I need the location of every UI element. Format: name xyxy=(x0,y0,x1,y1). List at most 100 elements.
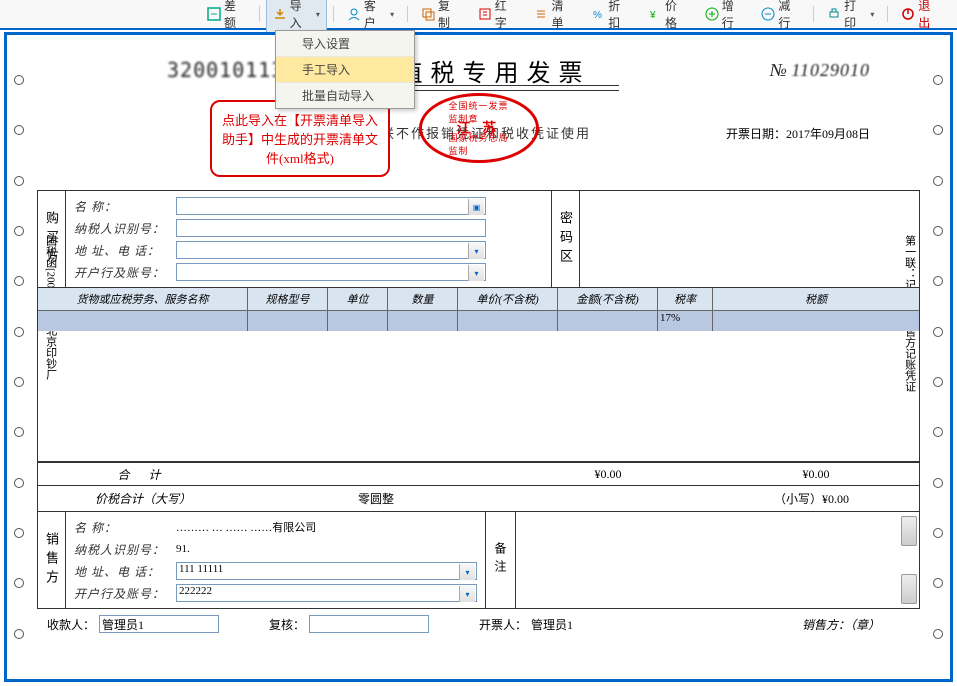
crypto-area xyxy=(579,191,919,287)
chevron-down-icon: ▾ xyxy=(316,10,320,19)
exit-button[interactable]: 退出 xyxy=(894,0,947,34)
callout-tooltip: 点此导入在【开票清单导入助手】中生成的开票清单文件(xml格式) xyxy=(210,100,390,177)
footer-row: 收款人： 复核： 开票人：管理员1 销售方：（章） xyxy=(37,615,920,633)
crypto-label: 密码区 xyxy=(551,191,579,287)
buyer-name-label: 名 称： xyxy=(74,198,170,215)
import-icon xyxy=(273,7,287,21)
words-row: 价税合计（大写） 零圆整 （小写）¥0.00 xyxy=(37,486,920,512)
scroll-down[interactable] xyxy=(901,574,917,604)
official-stamp: 江 苏 全国统一发票监制章 国家税务总局监制 xyxy=(419,93,539,163)
import-settings-item[interactable]: 导入设置 xyxy=(276,31,414,57)
items-empty-area[interactable] xyxy=(38,331,919,461)
note-area[interactable] xyxy=(515,512,919,608)
dropdown-icon[interactable]: ▾ xyxy=(459,586,475,602)
addrow-button[interactable]: 增行 xyxy=(698,0,751,34)
red-button[interactable]: 红字 xyxy=(471,0,524,34)
list-button[interactable]: 清单 xyxy=(527,0,580,34)
seller-bank-input[interactable]: 222222▾ xyxy=(176,584,477,602)
note-label: 备注 xyxy=(485,512,515,608)
discount-button[interactable]: %折扣 xyxy=(584,0,637,34)
toolbar: 差额 导入▾ 客户▾ 复制 红字 清单 %折扣 ¥价格 增行 减行 打印▾ 退出 xyxy=(0,0,957,30)
small-total: （小写）¥0.00 xyxy=(774,490,849,507)
dropdown-icon[interactable]: ▣ xyxy=(468,199,484,215)
buyer-tax-label: 纳税人识别号： xyxy=(74,220,170,237)
svg-text:%: % xyxy=(593,10,602,21)
seller-addr-input[interactable]: 111 11111▾ xyxy=(176,562,477,580)
totals-tax: ¥0.00 xyxy=(713,467,919,482)
scroll-up[interactable] xyxy=(901,516,917,546)
batch-auto-import-item[interactable]: 批量自动导入 xyxy=(276,83,414,108)
col-spec: 规格型号 xyxy=(248,288,328,310)
payee-input[interactable] xyxy=(99,615,219,633)
reviewer-input[interactable] xyxy=(309,615,429,633)
customer-icon xyxy=(347,7,361,21)
price-button[interactable]: ¥价格 xyxy=(641,0,694,34)
drawer-value: 管理员1 xyxy=(531,616,573,633)
payee-label: 收款人： xyxy=(47,616,95,633)
diff-icon xyxy=(207,7,221,21)
perforation-right xyxy=(926,35,950,679)
chevron-down-icon: ▾ xyxy=(390,10,394,19)
delrow-button[interactable]: 减行 xyxy=(754,0,807,34)
power-icon xyxy=(901,7,915,21)
words-label: 价税合计（大写） xyxy=(38,490,248,507)
words-value: 零圆整 xyxy=(358,490,394,507)
seller-tax-label: 纳税人识别号： xyxy=(74,541,170,558)
print-icon xyxy=(827,7,841,21)
buyer-bank-label: 开户行及账号： xyxy=(74,264,170,281)
dropdown-icon[interactable]: ▾ xyxy=(468,265,484,281)
copy-icon xyxy=(421,7,435,21)
totals-row: 合 计 ¥0.00 ¥0.00 xyxy=(37,462,920,486)
customer-button[interactable]: 客户▾ xyxy=(340,0,401,34)
list-icon xyxy=(534,7,548,21)
dropdown-icon[interactable]: ▾ xyxy=(468,243,484,259)
seller-tax-value: 91. xyxy=(176,543,190,555)
seller-stamp-label: 销售方：（章） xyxy=(802,616,880,633)
minus-icon xyxy=(761,7,775,21)
title-row: 3200101130 增值税专用发票 № 11029010 xyxy=(37,45,920,95)
chevron-down-icon: ▾ xyxy=(870,10,874,19)
print-button[interactable]: 打印▾ xyxy=(820,0,881,34)
svg-text:¥: ¥ xyxy=(649,10,656,21)
buyer-tax-input[interactable] xyxy=(176,219,486,237)
seller-section: 销售方 名 称： ……… … …… ……有限公司 纳税人识别号： 91. 地 址、电… xyxy=(37,512,920,609)
seller-bank-label: 开户行及账号： xyxy=(74,585,170,602)
totals-label: 合 计 xyxy=(38,466,248,483)
buyer-bank-input[interactable]: ▾ xyxy=(176,263,486,281)
seller-name-value: ……… … …… ……有限公司 xyxy=(176,519,316,535)
import-button[interactable]: 导入▾ xyxy=(266,0,327,34)
buyer-name-input[interactable]: ▣ xyxy=(176,197,486,215)
col-tax: 税额 xyxy=(713,288,919,310)
discount-icon: % xyxy=(591,7,605,21)
reviewer-label: 复核： xyxy=(269,616,305,633)
import-dropdown: 导入设置 手工导入 批量自动导入 xyxy=(275,30,415,109)
drawer-label: 开票人： xyxy=(479,616,527,633)
buyer-addr-label: 地 址、电 话： xyxy=(74,242,170,259)
col-amount: 金额(不含税) xyxy=(558,288,658,310)
seller-addr-label: 地 址、电 话： xyxy=(74,563,170,580)
red-icon xyxy=(478,7,492,21)
buyer-label: 购买方 xyxy=(38,191,66,287)
items-table: 货物或应税劳务、服务名称 规格型号 单位 数量 单价(不含税) 金额(不含税) … xyxy=(37,288,920,462)
perforation-left xyxy=(7,35,31,679)
invoice-panel: 国税函[2009]649号北京印钞厂 第一联：记账联 销售方记账凭证 32001… xyxy=(4,32,953,682)
col-unit: 单位 xyxy=(328,288,388,310)
seller-label: 销售方 xyxy=(38,512,66,608)
plus-icon xyxy=(705,7,719,21)
invoice-number: № 11029010 xyxy=(770,60,870,81)
col-price: 单价(不含税) xyxy=(458,288,558,310)
price-icon: ¥ xyxy=(648,7,662,21)
buyer-addr-input[interactable]: ▾ xyxy=(176,241,486,259)
dropdown-icon[interactable]: ▾ xyxy=(459,564,475,580)
seller-name-label: 名 称： xyxy=(74,519,170,536)
buyer-section: 购买方 名 称： ▣ 纳税人识别号： 地 址、电 话： ▾ 开户行及账号： ▾ 密码区 xyxy=(37,190,920,288)
table-row[interactable]: 17% xyxy=(38,311,919,331)
totals-amount: ¥0.00 xyxy=(558,467,658,482)
col-name: 货物或应税劳务、服务名称 xyxy=(38,288,248,310)
diff-button[interactable]: 差额 xyxy=(200,0,253,34)
copy-button[interactable]: 复制 xyxy=(414,0,467,34)
manual-import-item[interactable]: 手工导入 xyxy=(276,57,414,83)
col-rate: 税率 xyxy=(658,288,713,310)
invoice-date: 开票日期：2017年09月08日 xyxy=(726,125,870,142)
items-header: 货物或应税劳务、服务名称 规格型号 单位 数量 单价(不含税) 金额(不含税) … xyxy=(38,288,919,311)
